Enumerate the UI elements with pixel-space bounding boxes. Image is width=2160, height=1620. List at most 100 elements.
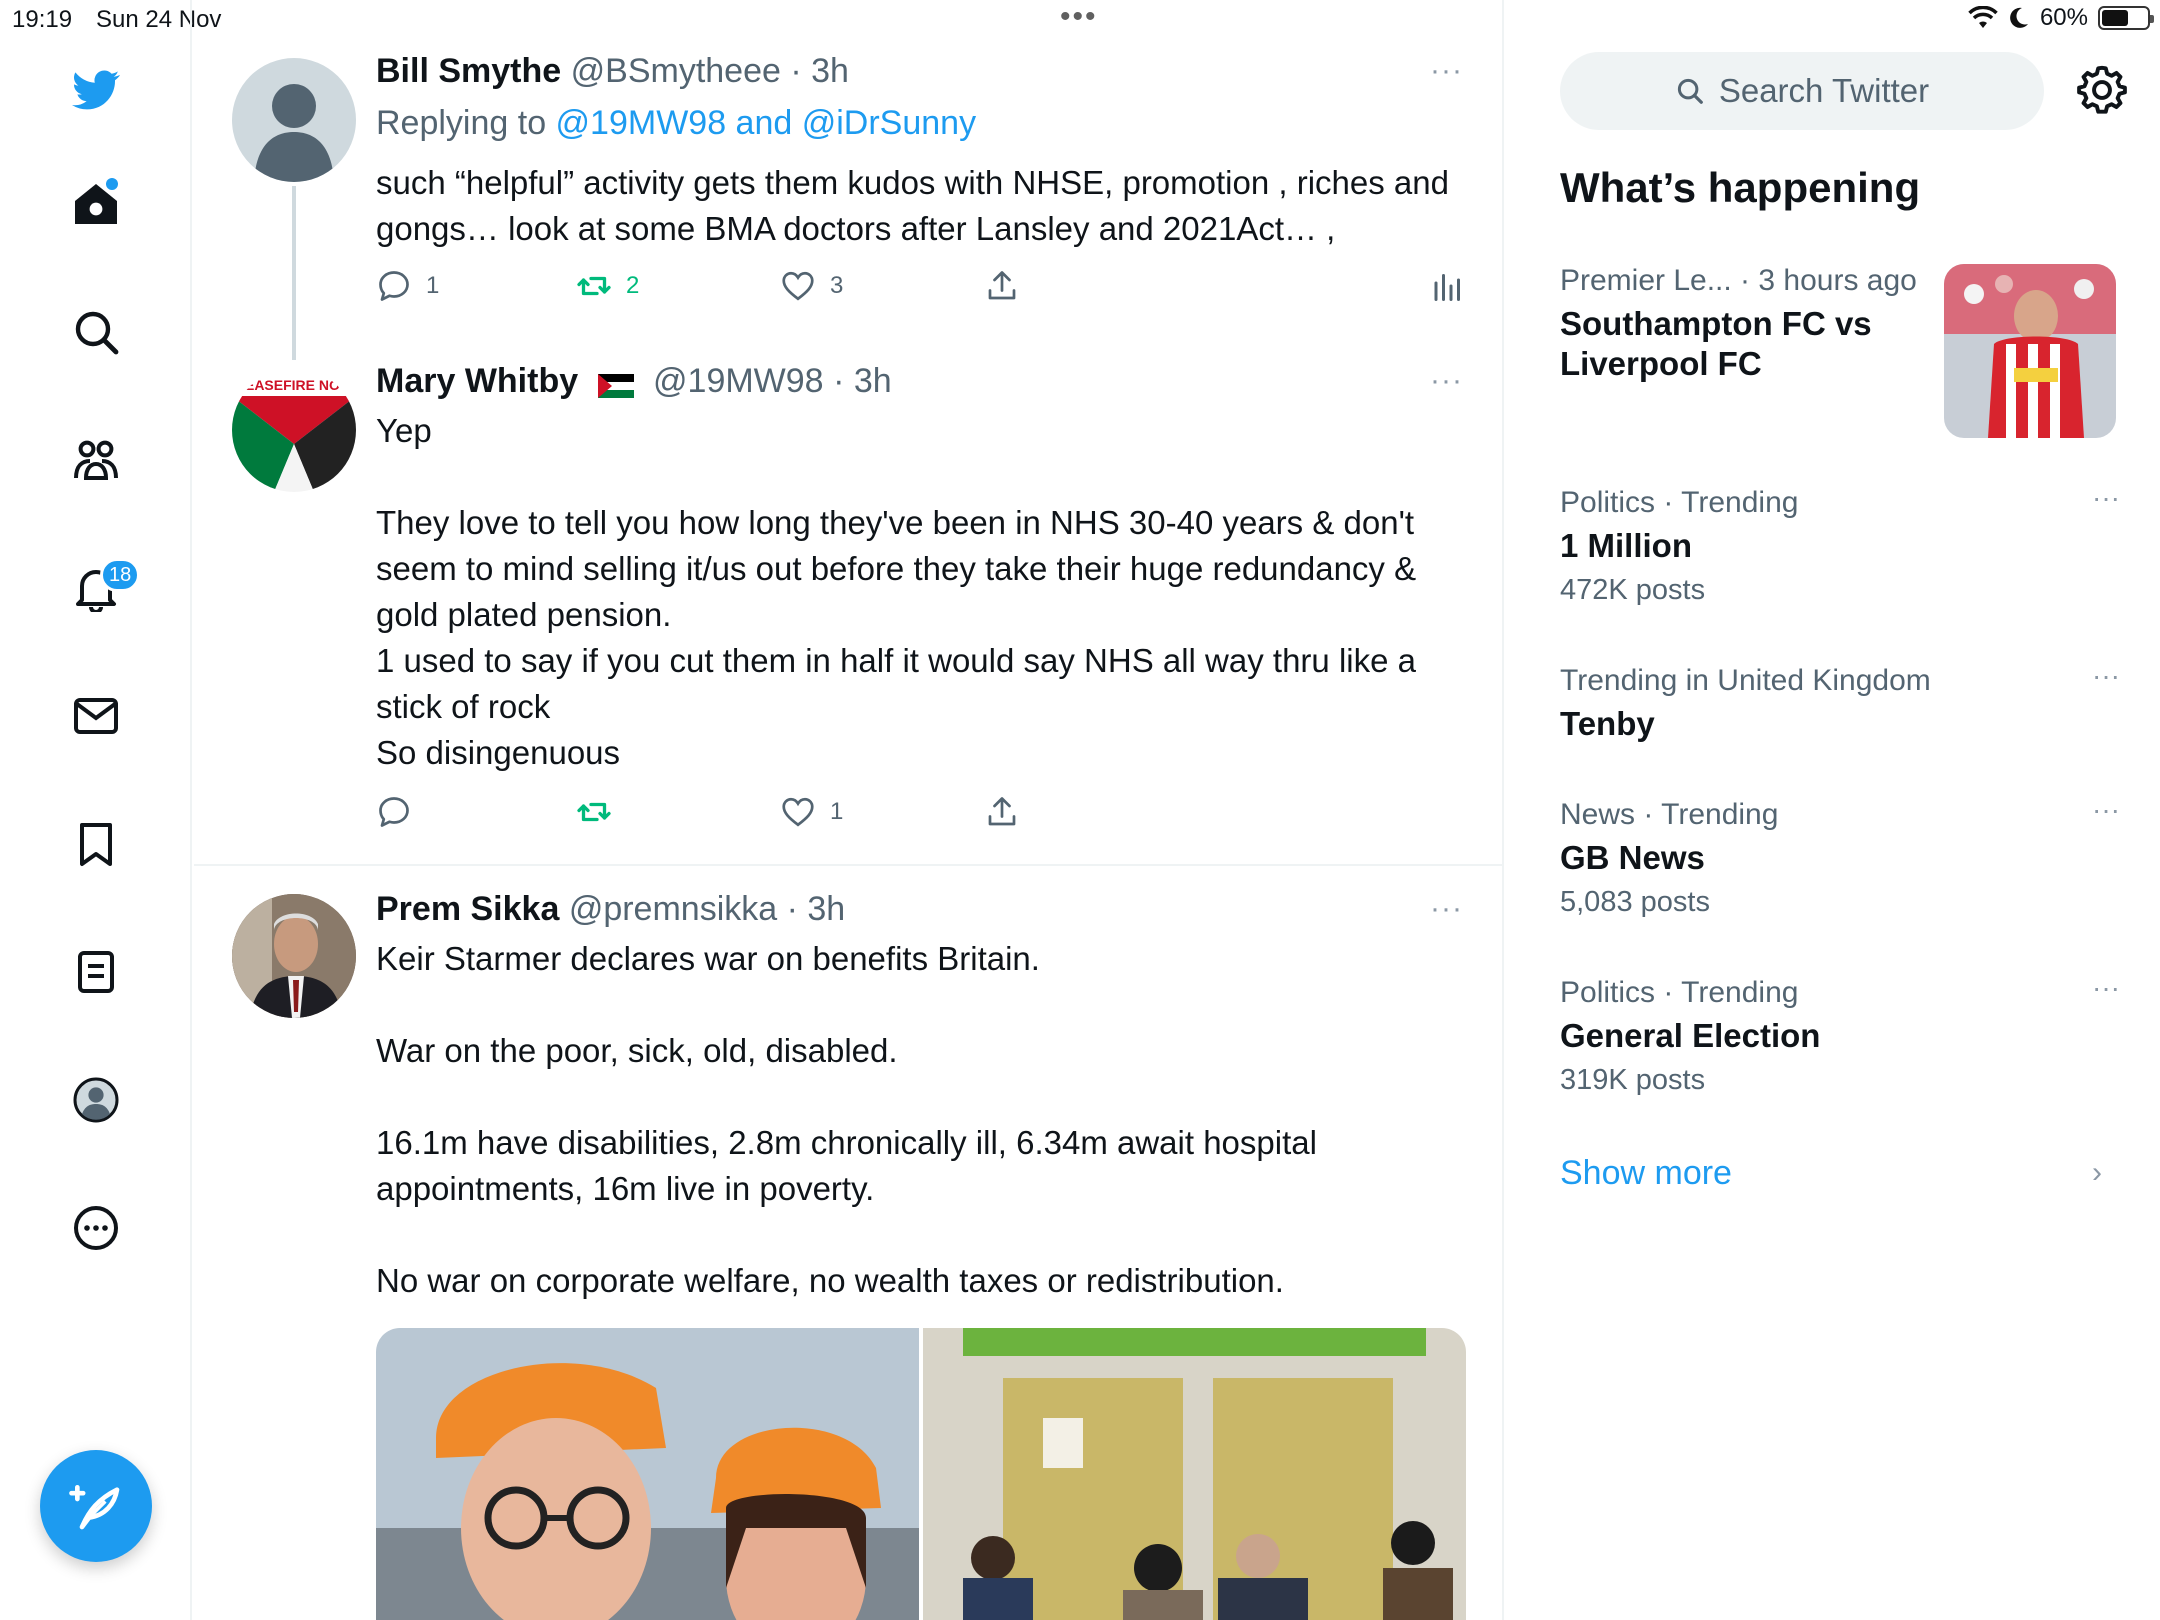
- trend-context: Trending in United Kingdom: [1560, 664, 1931, 697]
- nav-profile[interactable]: [66, 1070, 126, 1130]
- replying-to-prefix: Replying to: [376, 104, 556, 142]
- share-button[interactable]: [984, 268, 1020, 304]
- trend-name: GB News: [1560, 839, 1705, 876]
- share-icon: [988, 271, 1016, 300]
- avatar-default[interactable]: [232, 58, 356, 182]
- thread-line: [292, 186, 296, 360]
- compose-feather-icon: [69, 1485, 120, 1530]
- tweet-more-button[interactable]: ···: [1430, 364, 1463, 398]
- reply-button[interactable]: 1: [376, 268, 439, 304]
- heart-icon: [782, 271, 814, 301]
- trend-thumbnail-football[interactable]: [1944, 264, 2116, 438]
- trend-item[interactable]: Trending in United Kingdom Tenby ···: [1560, 660, 2120, 744]
- tweet-header: Mary Whitby @19MW98 · 3h: [376, 362, 892, 401]
- tweet-text-content: such “helpful” activity gets them kudos …: [376, 164, 1449, 247]
- reply-button[interactable]: [376, 794, 426, 830]
- trend-name: General Election: [1560, 1017, 1821, 1054]
- trend-item[interactable]: Politics · Trending 1 Million 472K posts…: [1560, 482, 2120, 607]
- nav-notifications[interactable]: 18: [66, 558, 141, 618]
- trend-more-button[interactable]: ···: [2092, 660, 2120, 692]
- author-handle[interactable]: @premnsikka: [569, 890, 777, 928]
- tweet-actions: 1: [376, 794, 1476, 834]
- side-navigation: 18: [0, 0, 192, 1620]
- analytics-button[interactable]: [1430, 268, 1466, 304]
- compose-tweet-button[interactable]: [40, 1450, 152, 1562]
- lists-icon: [78, 951, 114, 993]
- retweet-button[interactable]: [576, 794, 626, 830]
- share-button[interactable]: [984, 794, 1020, 830]
- profile-icon: [73, 1077, 119, 1123]
- author-name[interactable]: Bill Smythe: [376, 52, 561, 90]
- nav-lists[interactable]: [66, 942, 126, 1002]
- search-placeholder: Search Twitter: [1718, 72, 1930, 109]
- media-photo-hardhats[interactable]: [376, 1328, 919, 1620]
- replying-to: Replying to @19MW98 and @iDrSunny: [376, 104, 976, 143]
- notifications-badge: 18: [100, 558, 141, 592]
- avatar-mary-whitby[interactable]: CEASEFIRE NOW: [232, 368, 356, 492]
- trend-context: Politics · Trending: [1560, 976, 1799, 1009]
- svg-text:CEASEFIRE NOW: CEASEFIRE NOW: [235, 377, 354, 393]
- palestine-flag-icon: [597, 368, 634, 399]
- twitter-logo-icon[interactable]: [66, 60, 126, 120]
- new-posts-dot: [106, 178, 118, 190]
- whats-happening-title: What’s happening: [1560, 164, 1921, 211]
- nav-home[interactable]: [66, 174, 126, 234]
- tweet-divider: [194, 864, 1502, 866]
- trend-post-count: 472K posts: [1560, 574, 1706, 606]
- search-icon: [1677, 78, 1703, 104]
- nav-communities[interactable]: [66, 430, 126, 490]
- nav-explore[interactable]: [66, 302, 126, 362]
- tweet-more-button[interactable]: ···: [1430, 892, 1463, 926]
- search-twitter-input[interactable]: Search Twitter: [1560, 52, 2044, 130]
- retweet-icon: [577, 802, 611, 822]
- avatar-prem-sikka[interactable]: [232, 894, 356, 1018]
- trend-item[interactable]: Politics · Trending General Election 319…: [1560, 972, 2120, 1097]
- show-more-link[interactable]: Show more: [1560, 1154, 1732, 1193]
- trend-more-button[interactable]: ···: [2092, 794, 2120, 826]
- tweet-time[interactable]: · 3h: [787, 890, 846, 928]
- reply-icon: [379, 271, 409, 301]
- tweet-time[interactable]: · 3h: [833, 362, 892, 400]
- tweet-media[interactable]: [376, 1328, 1466, 1620]
- tweet-text-content: Yep They love to tell you how long they'…: [376, 412, 1417, 771]
- tweet-text: Yep They love to tell you how long they'…: [376, 408, 1476, 776]
- nav-messages[interactable]: [66, 686, 126, 746]
- nav-more[interactable]: [66, 1198, 126, 1258]
- analytics-icon: [1434, 274, 1460, 301]
- communities-icon: [74, 440, 118, 480]
- more-icon: [74, 1206, 118, 1250]
- like-count: 3: [830, 272, 844, 299]
- heart-icon: [782, 797, 814, 827]
- tweet-text-content: Keir Starmer declares war on benefits Br…: [376, 940, 1317, 1299]
- timeline: Bill Smythe @BSmytheee · 3h ··· Replying…: [194, 0, 1504, 1620]
- tweet-actions: 1 2 3: [376, 268, 1476, 308]
- trend-item[interactable]: News · Trending GB News 5,083 posts ···: [1560, 794, 2120, 919]
- retweet-button[interactable]: 2: [576, 268, 639, 304]
- retweet-icon: [577, 276, 611, 296]
- tweet-time[interactable]: · 3h: [790, 52, 849, 90]
- tweet-more-button[interactable]: ···: [1430, 54, 1463, 88]
- right-sidebar: Search Twitter What’s happening Premier …: [1506, 0, 2160, 1620]
- trend-more-button[interactable]: ···: [2092, 482, 2120, 514]
- trend-name: Tenby: [1560, 705, 1655, 742]
- reply-count: 1: [426, 272, 440, 299]
- media-photo-jobcentre[interactable]: [923, 1328, 1466, 1620]
- nav-bookmarks[interactable]: [66, 814, 126, 874]
- gear-icon: [2077, 65, 2127, 114]
- like-count: 1: [830, 798, 844, 825]
- tweet-header: Prem Sikka @premnsikka · 3h: [376, 890, 845, 929]
- author-name[interactable]: Mary Whitby: [376, 362, 578, 400]
- settings-button[interactable]: [2074, 62, 2130, 118]
- trend-name: 1 Million: [1560, 527, 1692, 564]
- author-name[interactable]: Prem Sikka: [376, 890, 559, 928]
- like-button[interactable]: 3: [780, 268, 843, 304]
- replying-to-handles[interactable]: @19MW98 and @iDrSunny: [556, 104, 977, 142]
- tweet-text: such “helpful” activity gets them kudos …: [376, 160, 1476, 252]
- like-button[interactable]: 1: [780, 794, 843, 830]
- retweet-count: 2: [626, 272, 640, 299]
- author-handle[interactable]: @19MW98: [653, 362, 824, 400]
- trend-more-button[interactable]: ···: [2092, 972, 2120, 1004]
- reply-icon: [379, 797, 409, 827]
- author-handle[interactable]: @BSmytheee: [571, 52, 781, 90]
- trend-context: News · Trending: [1560, 798, 1779, 831]
